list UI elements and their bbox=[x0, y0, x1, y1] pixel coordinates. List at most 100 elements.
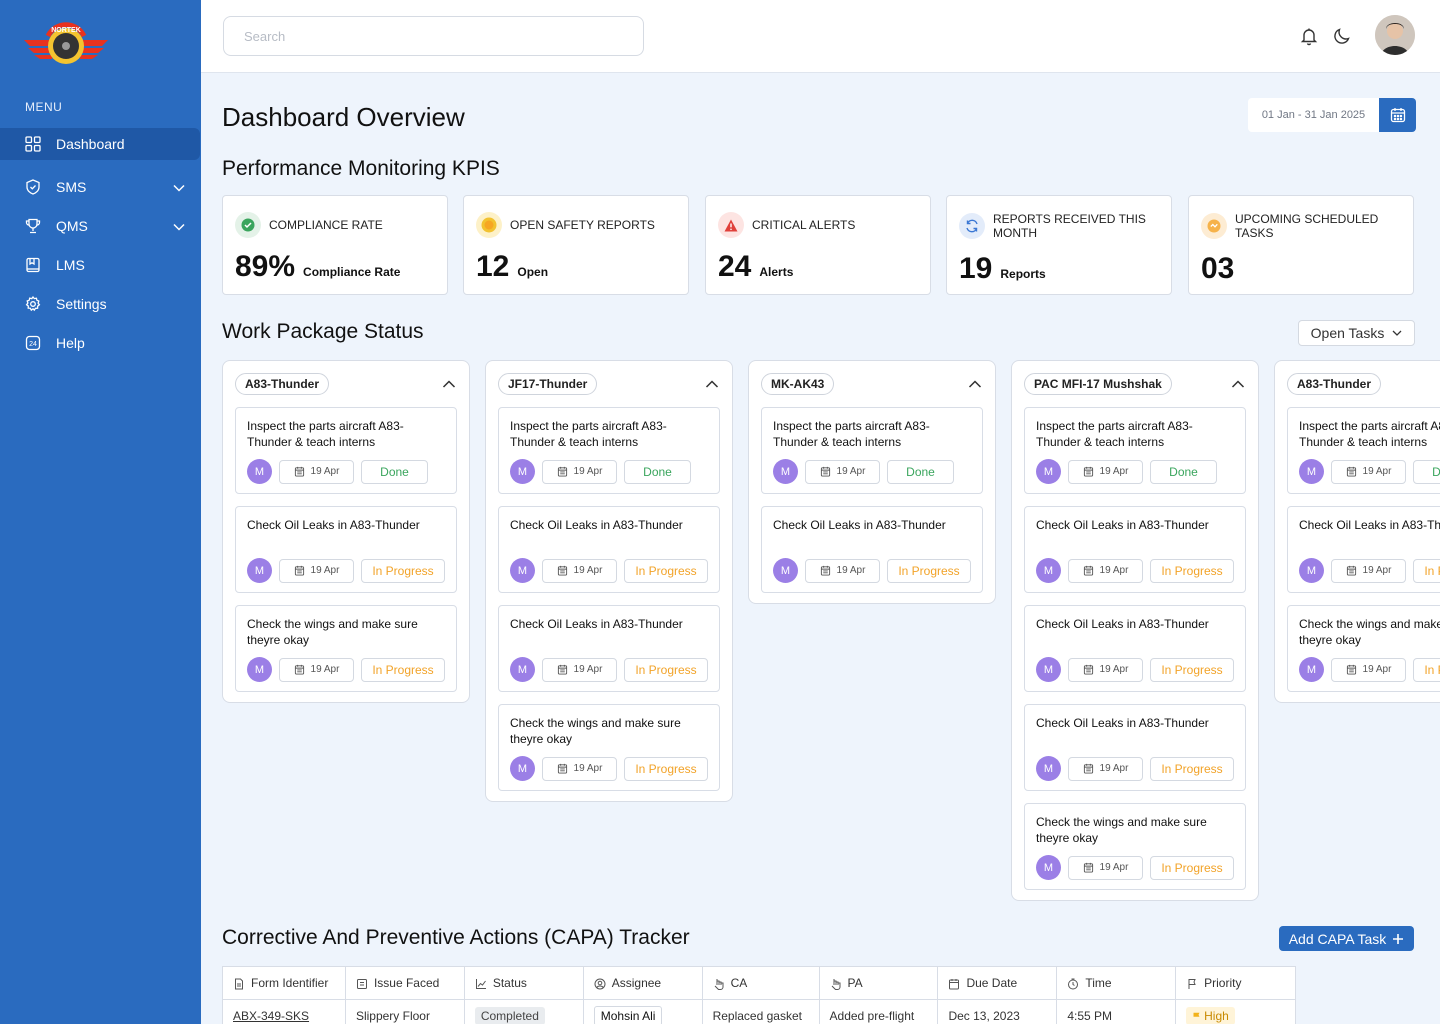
task-card[interactable]: Check the wings and make sure theyre oka… bbox=[498, 704, 720, 791]
due-date-chip[interactable]: 19 Apr bbox=[805, 558, 880, 583]
sidebar-item-settings[interactable]: Settings bbox=[0, 284, 201, 323]
sidebar-item-lms[interactable]: LMS bbox=[0, 245, 201, 284]
chevron-down-icon[interactable] bbox=[173, 218, 185, 234]
status-chip[interactable]: Done bbox=[624, 459, 691, 484]
chevron-up-icon[interactable] bbox=[441, 376, 457, 392]
status-chip[interactable]: In Progress bbox=[1150, 756, 1234, 781]
status-chip[interactable]: In Progress bbox=[887, 558, 971, 583]
status-chip[interactable]: Done bbox=[1150, 459, 1217, 484]
assignee-avatar[interactable]: M bbox=[773, 459, 798, 484]
column-header[interactable]: Form Identifier bbox=[222, 966, 346, 1000]
moon-icon[interactable] bbox=[1332, 26, 1352, 46]
kpi-card-upcoming-tasks[interactable]: UPCOMING SCHEDULED TASKS 03 bbox=[1188, 195, 1414, 295]
task-card[interactable]: Check Oil Leaks in A83-Thunder M 19 Apr In … bbox=[1024, 704, 1246, 791]
chevron-down-icon[interactable] bbox=[173, 179, 185, 195]
due-date-chip[interactable]: 19 Apr bbox=[1331, 459, 1406, 484]
task-card[interactable]: Inspect the parts aircraft A83-Thunder &… bbox=[1287, 407, 1440, 494]
column-header[interactable]: Status bbox=[464, 966, 584, 1000]
status-chip[interactable]: Done bbox=[361, 459, 428, 484]
kpi-card-critical-alerts[interactable]: CRITICAL ALERTS 24 Alerts bbox=[705, 195, 931, 295]
due-date-chip[interactable]: 19 Apr bbox=[1068, 657, 1143, 682]
task-card[interactable]: Check Oil Leaks in A83-Thunder M 19 Apr In … bbox=[1024, 605, 1246, 692]
task-card[interactable]: Check the wings and make sure theyre oka… bbox=[1024, 803, 1246, 890]
assignee-avatar[interactable]: M bbox=[1036, 459, 1061, 484]
assignee-avatar[interactable]: M bbox=[247, 459, 272, 484]
assignee-avatar[interactable]: M bbox=[510, 657, 535, 682]
status-chip[interactable]: In Progress bbox=[624, 756, 708, 781]
due-date-chip[interactable]: 19 Apr bbox=[1068, 756, 1143, 781]
assignee-avatar[interactable]: M bbox=[1036, 657, 1061, 682]
date-range-picker[interactable]: 01 Jan - 31 Jan 2025 bbox=[1248, 98, 1416, 132]
column-header[interactable]: Due Date bbox=[937, 966, 1058, 1000]
status-chip[interactable]: In Progress bbox=[624, 657, 708, 682]
assignee-avatar[interactable]: M bbox=[247, 657, 272, 682]
chevron-up-icon[interactable] bbox=[967, 376, 983, 392]
status-chip[interactable]: In Progress bbox=[1413, 657, 1440, 682]
user-avatar[interactable] bbox=[1375, 15, 1415, 55]
status-chip[interactable]: In Progress bbox=[624, 558, 708, 583]
open-tasks-dropdown[interactable]: Open Tasks bbox=[1298, 320, 1415, 346]
assignee-avatar[interactable]: M bbox=[1036, 558, 1061, 583]
task-card[interactable]: Inspect the parts aircraft A83-Thunder &… bbox=[235, 407, 457, 494]
assignee-avatar[interactable]: M bbox=[1299, 558, 1324, 583]
status-chip[interactable]: In Progress bbox=[361, 558, 445, 583]
sidebar-item-qms[interactable]: QMS bbox=[0, 206, 201, 245]
column-header[interactable]: Priority bbox=[1175, 966, 1296, 1000]
column-header[interactable]: Issue Faced bbox=[345, 966, 465, 1000]
status-chip[interactable]: In Progress bbox=[1150, 855, 1234, 880]
calendar-button[interactable] bbox=[1379, 98, 1416, 132]
task-card[interactable]: Check Oil Leaks in A83-Thunder M 19 Apr In … bbox=[1287, 506, 1440, 593]
task-card[interactable]: Check Oil Leaks in A83-Thunder M 19 Apr In … bbox=[498, 506, 720, 593]
form-id-cell[interactable]: ABX-349-SKS bbox=[222, 999, 346, 1024]
due-date-chip[interactable]: 19 Apr bbox=[542, 558, 617, 583]
due-date-chip[interactable]: 19 Apr bbox=[1331, 657, 1406, 682]
bell-icon[interactable] bbox=[1299, 26, 1319, 46]
assignee-avatar[interactable]: M bbox=[510, 756, 535, 781]
assignee-avatar[interactable]: M bbox=[1299, 459, 1324, 484]
due-date-chip[interactable]: 19 Apr bbox=[1068, 558, 1143, 583]
due-date-chip[interactable]: 19 Apr bbox=[279, 558, 354, 583]
task-card[interactable]: Check the wings and make sure theyre oka… bbox=[235, 605, 457, 692]
task-card[interactable]: Check Oil Leaks in A83-Thunder M 19 Apr In … bbox=[235, 506, 457, 593]
status-chip[interactable]: Done bbox=[887, 459, 954, 484]
assignee-avatar[interactable]: M bbox=[773, 558, 798, 583]
assignee-avatar[interactable]: M bbox=[247, 558, 272, 583]
assignee-avatar[interactable]: M bbox=[510, 558, 535, 583]
sidebar-item-help[interactable]: 24 Help bbox=[0, 323, 201, 362]
assignee-avatar[interactable]: M bbox=[1299, 657, 1324, 682]
due-date-chip[interactable]: 19 Apr bbox=[542, 459, 617, 484]
add-capa-task-button[interactable]: Add CAPA Task bbox=[1279, 926, 1414, 951]
date-range-text[interactable]: 01 Jan - 31 Jan 2025 bbox=[1248, 98, 1379, 132]
form-id-link[interactable]: ABX-349-SKS bbox=[233, 1009, 309, 1023]
kpi-card-open-safety[interactable]: OPEN SAFETY REPORTS 12 Open bbox=[463, 195, 689, 295]
task-card[interactable]: Inspect the parts aircraft A83-Thunder &… bbox=[1024, 407, 1246, 494]
task-card[interactable]: Inspect the parts aircraft A83-Thunder &… bbox=[498, 407, 720, 494]
kpi-card-compliance[interactable]: COMPLIANCE RATE 89% Compliance Rate bbox=[222, 195, 448, 295]
brand-logo[interactable]: NORTEK bbox=[22, 18, 110, 68]
column-header[interactable]: Assignee bbox=[583, 966, 703, 1000]
task-card[interactable]: Check the wings and make sure theyre oka… bbox=[1287, 605, 1440, 692]
chevron-up-icon[interactable] bbox=[1230, 376, 1246, 392]
task-card[interactable]: Inspect the parts aircraft A83-Thunder &… bbox=[761, 407, 983, 494]
status-chip[interactable]: In Progress bbox=[1150, 657, 1234, 682]
kpi-card-reports-received[interactable]: REPORTS RECEIVED THIS MONTH 19 Reports bbox=[946, 195, 1172, 295]
due-date-chip[interactable]: 19 Apr bbox=[1068, 855, 1143, 880]
chevron-up-icon[interactable] bbox=[704, 376, 720, 392]
assignee-avatar[interactable]: M bbox=[1036, 756, 1061, 781]
due-date-chip[interactable]: 19 Apr bbox=[279, 459, 354, 484]
column-header[interactable]: PA bbox=[819, 966, 939, 1000]
status-chip[interactable]: Done bbox=[1413, 459, 1440, 484]
search-input[interactable] bbox=[223, 16, 644, 56]
column-header[interactable]: Time bbox=[1056, 966, 1177, 1000]
due-date-chip[interactable]: 19 Apr bbox=[1068, 459, 1143, 484]
status-chip[interactable]: In Progress bbox=[1413, 558, 1440, 583]
status-chip[interactable]: In Progress bbox=[1150, 558, 1234, 583]
table-row[interactable]: ABX-349-SKS Slippery Floor Completed Moh… bbox=[222, 999, 1296, 1024]
due-date-chip[interactable]: 19 Apr bbox=[1331, 558, 1406, 583]
due-date-chip[interactable]: 19 Apr bbox=[805, 459, 880, 484]
due-date-chip[interactable]: 19 Apr bbox=[279, 657, 354, 682]
task-card[interactable]: Check Oil Leaks in A83-Thunder M 19 Apr In … bbox=[761, 506, 983, 593]
sidebar-item-sms[interactable]: SMS bbox=[0, 167, 201, 206]
due-date-chip[interactable]: 19 Apr bbox=[542, 657, 617, 682]
assignee-avatar[interactable]: M bbox=[510, 459, 535, 484]
